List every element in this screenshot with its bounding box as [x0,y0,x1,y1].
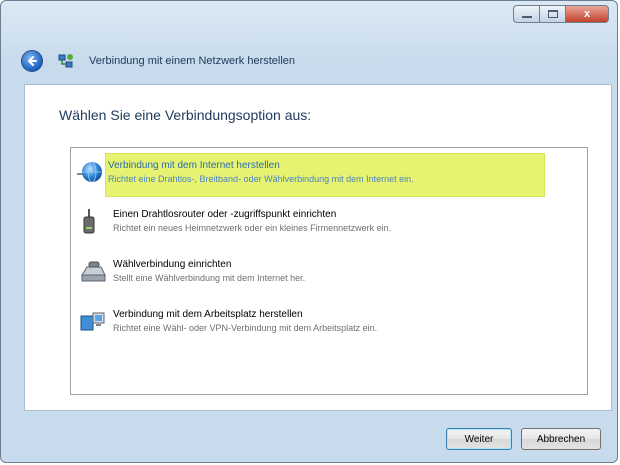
option-internet[interactable]: Verbindung mit dem Internet herstellen R… [77,153,545,197]
close-icon: x [583,8,591,20]
option-text: Verbindung mit dem Arbeitsplatz herstell… [113,303,377,347]
close-button[interactable]: x [565,5,609,23]
option-workplace[interactable]: Verbindung mit dem Arbeitsplatz herstell… [75,303,583,347]
minimize-icon [521,16,532,18]
option-dialup[interactable]: Wählverbindung einrichten Stellt eine Wä… [75,253,583,297]
option-title: Einen Drahtlosrouter oder -zugriffspunkt… [113,209,337,220]
option-description: Richtet eine Wähl- oder VPN-Verbindung m… [113,323,378,333]
option-description: Richtet eine Drahtlos-, Breitband- oder … [108,174,414,184]
workplace-icon [79,307,107,335]
option-title: Verbindung mit dem Internet herstellen [108,160,280,171]
modem-icon [79,257,107,285]
back-arrow-icon [28,56,37,66]
option-description: Richtet ein neues Heimnetzwerk oder ein … [113,223,392,233]
content-panel: Wählen Sie eine Verbindungsoption aus: V… [24,84,612,411]
router-icon [79,207,107,235]
button-bar: Weiter Abbrechen [24,411,612,461]
back-button[interactable] [21,50,43,72]
dialog-window: x Verbindung mit einem Netzwerk herstell… [0,0,618,463]
option-text: Einen Drahtlosrouter oder -zugriffspunkt… [113,203,391,247]
option-title: Wählverbindung einrichten [113,259,232,270]
next-button[interactable]: Weiter [446,428,512,450]
option-text: Verbindung mit dem Internet herstellen R… [106,154,414,196]
option-text: Wählverbindung einrichten Stellt eine Wä… [113,253,305,297]
maximize-icon [547,10,558,18]
option-title: Verbindung mit dem Arbeitsplatz herstell… [113,309,303,320]
network-connection-icon [57,52,75,70]
cancel-button[interactable]: Abbrechen [521,428,601,450]
option-wireless-router[interactable]: Einen Drahtlosrouter oder -zugriffspunkt… [75,203,583,247]
connection-options-list[interactable]: Verbindung mit dem Internet herstellen R… [70,147,588,395]
globe-icon [76,158,104,186]
nav-row: Verbindung mit einem Netzwerk herstellen [21,49,295,73]
page-heading: Wählen Sie eine Verbindungsoption aus: [59,107,312,123]
caption-buttons: x [513,5,609,25]
option-description: Stellt eine Wählverbindung mit dem Inter… [113,273,306,283]
window-title: Verbindung mit einem Netzwerk herstellen [89,55,296,67]
minimize-button[interactable] [513,5,539,23]
maximize-button[interactable] [539,5,565,23]
